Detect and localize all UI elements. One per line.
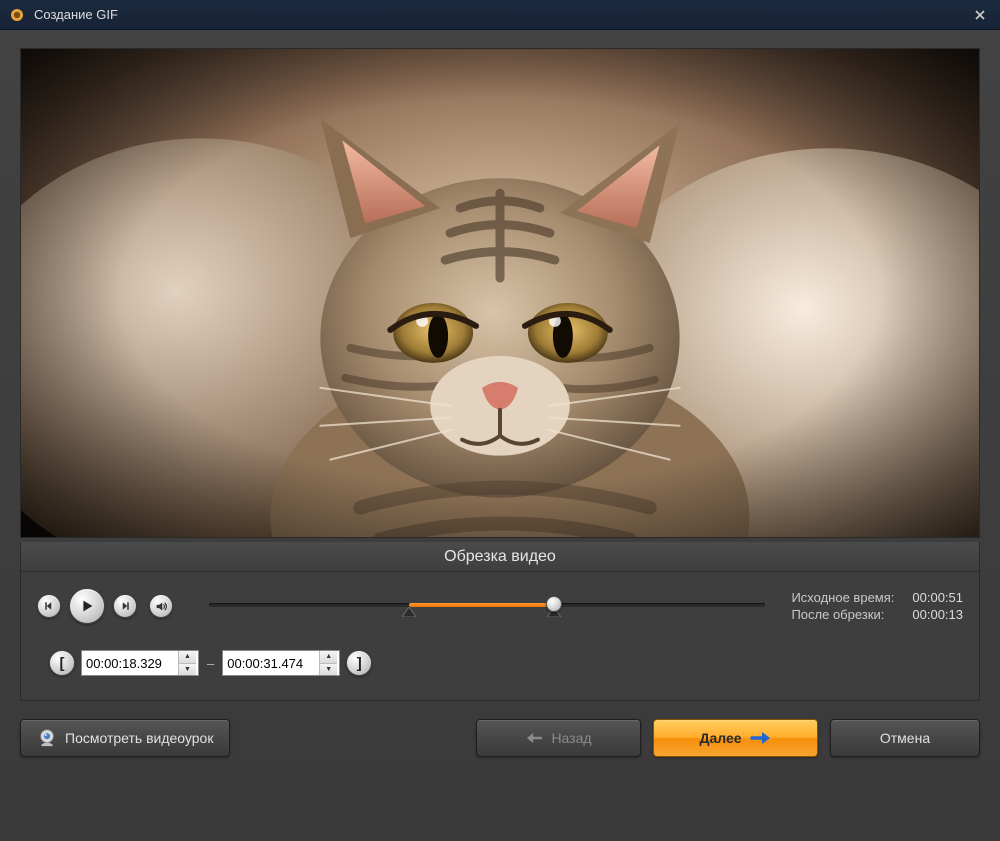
- set-end-bracket-button[interactable]: ]: [346, 650, 372, 676]
- section-label: Обрезка видео: [20, 542, 980, 572]
- play-button[interactable]: [69, 588, 105, 624]
- next-button[interactable]: Далее: [653, 719, 818, 757]
- webcam-icon: [37, 728, 57, 748]
- back-button[interactable]: Назад: [476, 719, 641, 757]
- watch-tutorial-label: Посмотреть видеоурок: [65, 730, 213, 746]
- set-start-bracket-button[interactable]: [: [49, 650, 75, 676]
- source-time-value: 00:00:51: [912, 590, 963, 605]
- start-time-down-button[interactable]: ▼: [179, 664, 196, 676]
- trim-start-handle[interactable]: [402, 607, 416, 617]
- step-forward-button[interactable]: [113, 594, 137, 618]
- video-trim-panel: Исходное время: 00:00:51 После обрезки: …: [20, 572, 980, 701]
- step-back-button[interactable]: [37, 594, 61, 618]
- titlebar: Создание GIF: [0, 0, 1000, 30]
- next-label: Далее: [699, 730, 741, 746]
- back-label: Назад: [551, 730, 591, 746]
- video-preview: [20, 48, 980, 538]
- end-time-down-button[interactable]: ▼: [320, 664, 337, 676]
- start-time-field[interactable]: [82, 656, 178, 671]
- window-title: Создание GIF: [34, 7, 968, 22]
- trimmed-time-value: 00:00:13: [912, 607, 963, 622]
- close-button[interactable]: [968, 5, 992, 25]
- app-icon: [8, 6, 26, 24]
- timeline[interactable]: [209, 594, 765, 618]
- trimmed-time-label: После обрезки:: [791, 607, 894, 622]
- cancel-button[interactable]: Отмена: [830, 719, 980, 757]
- arrow-right-icon: [750, 731, 772, 745]
- source-time-label: Исходное время:: [791, 590, 894, 605]
- end-time-up-button[interactable]: ▲: [320, 651, 337, 664]
- volume-button[interactable]: [149, 594, 173, 618]
- end-time-field[interactable]: [223, 656, 319, 671]
- time-range-separator: –: [207, 656, 214, 671]
- footer-bar: Посмотреть видеоурок Назад Далее От: [20, 719, 980, 777]
- end-time-input[interactable]: ▲ ▼: [222, 650, 340, 676]
- watch-tutorial-button[interactable]: Посмотреть видеоурок: [20, 719, 230, 757]
- start-time-input[interactable]: ▲ ▼: [81, 650, 199, 676]
- time-info: Исходное время: 00:00:51 После обрезки: …: [791, 590, 963, 622]
- cancel-label: Отмена: [880, 730, 930, 746]
- timeline-selection: [409, 603, 554, 607]
- arrow-left-icon: [525, 732, 543, 744]
- start-time-up-button[interactable]: ▲: [179, 651, 196, 664]
- playhead-thumb[interactable]: [546, 596, 562, 612]
